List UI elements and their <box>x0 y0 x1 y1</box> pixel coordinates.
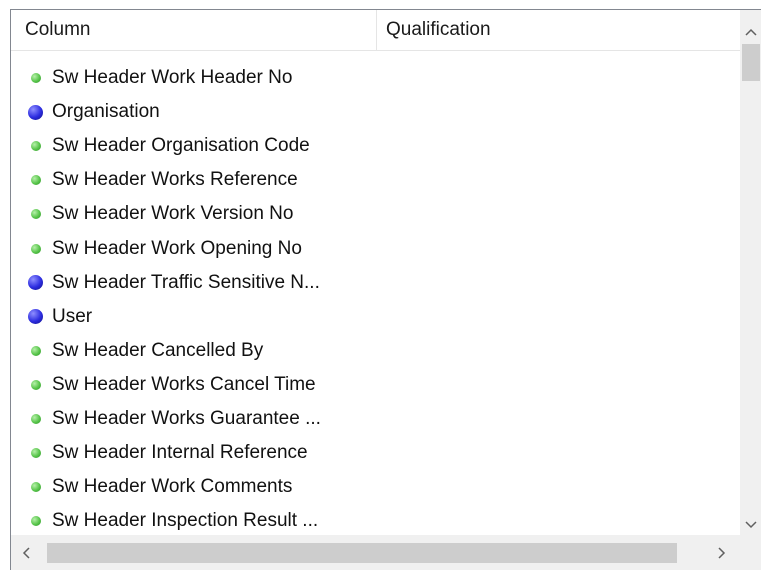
list-item[interactable]: Sw Header Organisation Code <box>11 129 740 163</box>
vertical-scrollbar[interactable] <box>740 10 761 535</box>
column-header-qualification[interactable]: Qualification <box>377 10 740 50</box>
chevron-right-icon <box>718 547 726 559</box>
list-item-label: Sw Header Work Comments <box>52 476 293 498</box>
column-header-column[interactable]: Column <box>11 10 377 50</box>
blue-dot-icon <box>28 275 43 291</box>
scrollbar-corner <box>740 535 761 570</box>
green-dot-icon <box>31 209 41 220</box>
chevron-up-icon <box>745 28 757 36</box>
green-dot-icon <box>31 243 41 254</box>
vertical-scroll-thumb[interactable] <box>742 44 760 81</box>
list-item[interactable]: Sw Header Inspection Result ... <box>11 504 740 538</box>
list-item-label: Sw Header Cancelled By <box>52 339 264 361</box>
green-dot-icon <box>31 379 41 390</box>
list-item[interactable]: User <box>11 300 740 334</box>
list-item-label: Sw Header Inspection Result ... <box>52 510 319 532</box>
list-item[interactable]: Sw Header Work Header No <box>11 61 740 95</box>
list-item[interactable]: Sw Header Internal Reference <box>11 436 740 470</box>
chevron-down-icon <box>745 521 757 529</box>
list-item[interactable]: Organisation <box>11 95 740 129</box>
green-dot-icon <box>31 345 41 356</box>
list-item-label: Sw Header Organisation Code <box>52 135 310 157</box>
list-item[interactable]: Sw Header Work Comments <box>11 470 740 504</box>
list-item[interactable]: Sw Header Works Cancel Time <box>11 368 740 402</box>
horizontal-scroll-thumb[interactable] <box>47 543 677 563</box>
list-header: Column Qualification <box>11 10 740 51</box>
list-item-label: Sw Header Works Reference <box>52 169 298 191</box>
horizontal-scrollbar[interactable] <box>11 535 740 570</box>
scroll-down-button[interactable] <box>740 515 761 535</box>
green-dot-icon <box>31 516 41 527</box>
blue-dot-icon <box>28 104 43 120</box>
scroll-right-button[interactable] <box>711 543 733 563</box>
list-item-label: Sw Header Work Version No <box>52 203 294 225</box>
green-dot-icon <box>31 482 41 493</box>
scroll-left-button[interactable] <box>15 543 37 563</box>
green-dot-icon <box>31 175 41 186</box>
list-item-label: User <box>52 305 93 327</box>
list-item[interactable]: Sw Header Work Version No <box>11 197 740 231</box>
list-rows: Sw Header Work Header No Organisation Sw H… <box>11 61 740 538</box>
green-dot-icon <box>31 73 41 84</box>
scroll-up-button[interactable] <box>740 22 761 42</box>
green-dot-icon <box>31 141 41 152</box>
list-item-label: Sw Header Works Guarantee ... <box>52 407 321 429</box>
column-list-view[interactable]: Column Qualification Sw Header Work Head… <box>10 9 761 570</box>
list-item[interactable]: Sw Header Cancelled By <box>11 334 740 368</box>
green-dot-icon <box>31 448 41 459</box>
list-item-label: Sw Header Work Opening No <box>52 237 302 259</box>
list-item[interactable]: Sw Header Traffic Sensitive N... <box>11 266 740 300</box>
green-dot-icon <box>31 413 41 424</box>
list-item[interactable]: Sw Header Work Opening No <box>11 231 740 265</box>
blue-dot-icon <box>28 309 43 325</box>
chevron-left-icon <box>22 547 30 559</box>
list-item-label: Sw Header Internal Reference <box>52 442 308 464</box>
list-item[interactable]: Sw Header Works Reference <box>11 163 740 197</box>
list-item-label: Organisation <box>52 101 160 123</box>
list-item-label: Sw Header Traffic Sensitive N... <box>52 271 320 293</box>
list-item[interactable]: Sw Header Works Guarantee ... <box>11 402 740 436</box>
list-item-label: Sw Header Work Header No <box>52 67 293 89</box>
list-item-label: Sw Header Works Cancel Time <box>52 373 316 395</box>
